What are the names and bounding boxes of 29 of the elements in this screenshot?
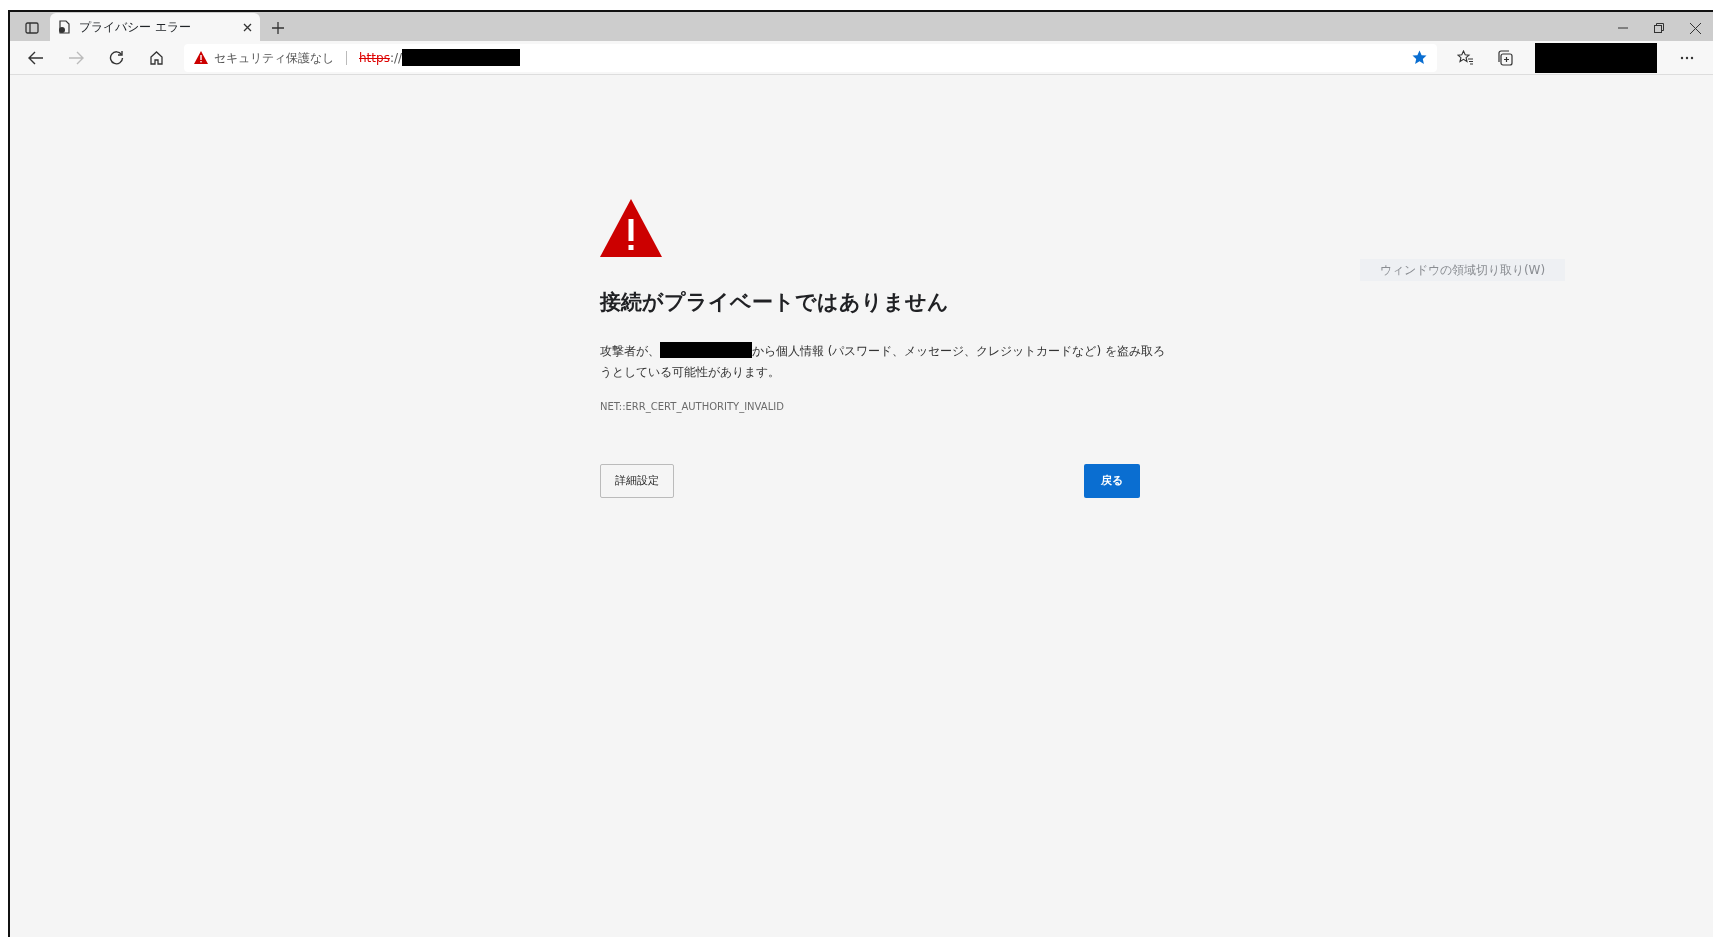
browser-tab[interactable]: プライバシー エラー xyxy=(50,13,260,41)
advanced-button[interactable]: 詳細設定 xyxy=(600,463,674,498)
tabs-icon xyxy=(25,22,39,34)
home-icon xyxy=(148,50,164,65)
page-error-icon xyxy=(58,20,71,34)
more-icon xyxy=(1680,55,1694,60)
close-icon xyxy=(1689,22,1701,34)
arrow-right-icon xyxy=(68,50,84,65)
warning-icon xyxy=(194,51,208,64)
star-list-icon xyxy=(1456,50,1474,65)
message-text: 攻撃者が、 から個人情報 (パスワード、メッセージ、クレジットカードなど) を盗み取ろうとしている可能性があります。 xyxy=(600,340,1166,381)
star-icon[interactable] xyxy=(1412,50,1427,65)
warning-icon xyxy=(600,199,662,257)
minimize-icon xyxy=(1618,27,1628,29)
reload-icon xyxy=(108,50,124,65)
plus-icon xyxy=(272,22,284,34)
tab-title: プライバシー エラー xyxy=(79,19,192,36)
page-title: 接続がプライベートではありません xyxy=(600,289,950,316)
error-code: NET::ERR_CERT_AUTHORITY_INVALID xyxy=(600,399,785,414)
close-icon[interactable] xyxy=(243,22,252,32)
back-button[interactable]: 戻る xyxy=(1084,463,1140,498)
url-scheme: https xyxy=(359,49,390,67)
snip-tooltip: ウィンドウの領域切り取り(W) xyxy=(1360,259,1565,281)
address-bar[interactable]: セキュリティ保護なし https:// xyxy=(184,43,1437,72)
arrow-left-icon xyxy=(28,50,44,65)
collections-icon xyxy=(1497,49,1513,66)
url-separator: :// xyxy=(389,49,403,67)
security-label[interactable]: セキュリティ保護なし xyxy=(214,48,334,67)
restore-icon xyxy=(1654,23,1664,33)
